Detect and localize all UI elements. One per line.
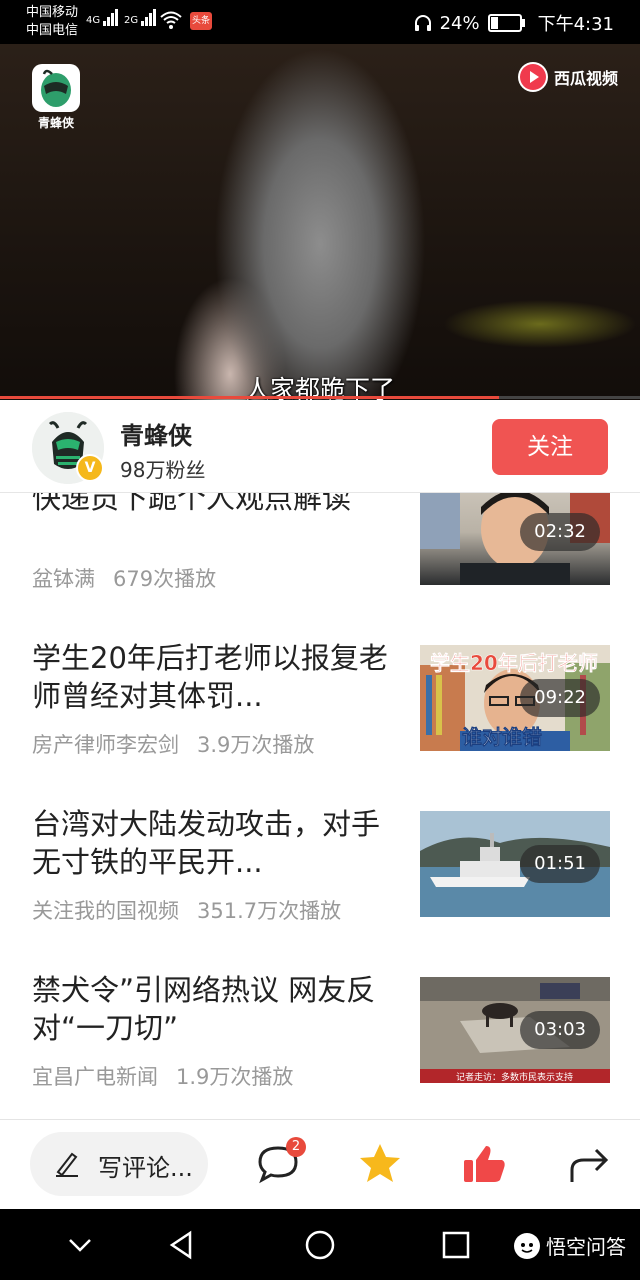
signal-1-icon: 4G (86, 9, 119, 26)
toutiao-notification-icon: 头条 (190, 12, 212, 30)
channel-logo-icon (32, 64, 80, 112)
wukong-watermark: 悟空问答 (514, 1231, 626, 1260)
video-thumbnail[interactable]: 01:51 (420, 811, 610, 917)
battery-percent: 24% (439, 12, 480, 34)
video-author: 盆钵满 (32, 567, 95, 591)
video-title[interactable]: 禁犬令”引网络热议 网友反对“一刀切” (32, 971, 392, 1047)
wukong-logo-icon (514, 1232, 540, 1259)
video-meta: 盆钵满 679次播放 (32, 563, 216, 593)
video-meta: 宜昌广电新闻 1.9万次播放 (32, 1061, 293, 1091)
clock: 下午4:31 (537, 14, 614, 35)
video-author: 关注我的国视频 (32, 899, 179, 923)
video-title[interactable]: 台湾对大陆发动攻击，对手无寸铁的平民开... (32, 805, 392, 881)
wifi-icon (160, 11, 182, 29)
wukong-label: 悟空问答 (546, 1235, 626, 1259)
network-type-2: 2G (124, 15, 139, 26)
xigua-logo-icon (517, 62, 548, 92)
thumbnail-caption-bottom: 谁对谁错 (462, 725, 543, 750)
list-item[interactable]: 快递员下跪个人观点解读 盆钵满 679次播放 02:32 (0, 493, 640, 599)
thumbnail-caption-bottom: 记者走访：多数市民表示支持 (456, 1073, 574, 1083)
video-duration: 01:51 (520, 845, 600, 883)
video-plays: 679次播放 (113, 567, 217, 591)
video-meta: 房产律师李宏剑 3.9万次播放 (32, 729, 314, 759)
share-icon[interactable] (566, 1140, 614, 1188)
recents-icon[interactable] (440, 1229, 472, 1261)
thumbnail-caption-top: 学生20年后打老师 (430, 651, 598, 676)
like-icon[interactable] (460, 1140, 508, 1188)
pen-icon (56, 1152, 78, 1177)
video-duration: 03:03 (520, 1011, 600, 1049)
verified-badge: V (76, 454, 104, 482)
back-icon[interactable] (166, 1229, 198, 1261)
network-type-1: 4G (86, 15, 101, 26)
channel-fans: 98万粉丝 (120, 458, 206, 482)
channel-header: V 青蜂侠 98万粉丝 关注 (0, 400, 640, 493)
list-item[interactable]: 台湾对大陆发动攻击，对手无寸铁的平民开... 关注我的国视频 351.7万次播放 … (0, 797, 640, 937)
video-plays: 351.7万次播放 (197, 899, 342, 923)
status-bar: 中国移动 中国电信 4G 2G 头条 24% 下午4:31 (0, 0, 640, 44)
action-bar: 写评论... 2 (0, 1119, 640, 1210)
carrier-2: 中国电信 (26, 23, 79, 38)
related-video-list: 快递员下跪个人观点解读 盆钵满 679次播放 02:32 学生20年后打老师以报复… (0, 493, 640, 1119)
status-right: 24% 下午4:31 (414, 10, 614, 36)
video-progress-bar[interactable] (0, 396, 640, 399)
list-item[interactable]: 学生20年后打老师以报复老师曾经对其体罚... 房产律师李宏剑 3.9万次播放 学… (0, 631, 640, 771)
xigua-watermark: 西瓜视频 (517, 62, 618, 92)
chevron-down-icon[interactable] (64, 1229, 96, 1261)
video-player[interactable]: 青蜂侠 西瓜视频 人家都跪下了 (0, 44, 640, 400)
video-duration: 02:32 (520, 513, 600, 551)
follow-button[interactable]: 关注 (492, 419, 608, 475)
comment-count-badge: 2 (286, 1137, 306, 1157)
video-duration: 09:22 (520, 679, 600, 717)
video-meta: 关注我的国视频 351.7万次播放 (32, 895, 341, 925)
xigua-label: 西瓜视频 (553, 69, 618, 88)
battery-icon (487, 14, 525, 32)
home-icon[interactable] (304, 1229, 336, 1261)
comment-input[interactable]: 写评论... (30, 1132, 208, 1196)
headphones-icon (414, 15, 431, 31)
video-title[interactable]: 快递员下跪个人观点解读 (32, 493, 392, 517)
list-item[interactable]: 禁犬令”引网络热议 网友反对“一刀切” 宜昌广电新闻 1.9万次播放 记者走访：多… (0, 963, 640, 1103)
video-thumbnail[interactable]: 02:32 (420, 493, 610, 585)
video-thumbnail[interactable]: 学生20年后打老师 谁对谁错 09:22 (420, 645, 610, 751)
channel-name[interactable]: 青蜂侠 (120, 416, 192, 451)
video-plays: 3.9万次播放 (197, 733, 315, 757)
comment-placeholder: 写评论... (98, 1154, 193, 1182)
video-plays: 1.9万次播放 (176, 1065, 294, 1089)
system-nav-bar: 悟空问答 (0, 1209, 640, 1280)
star-icon[interactable] (356, 1140, 404, 1188)
carrier-info: 中国移动 中国电信 (26, 4, 78, 40)
video-thumbnail[interactable]: 记者走访：多数市民表示支持 03:03 (420, 977, 610, 1083)
channel-logo-name: 青蜂侠 (37, 116, 74, 130)
signal-2-icon: 2G (124, 9, 157, 26)
video-author: 房产律师李宏剑 (32, 733, 179, 757)
video-title[interactable]: 学生20年后打老师以报复老师曾经对其体罚... (32, 639, 392, 715)
video-author: 宜昌广电新闻 (32, 1065, 158, 1089)
carrier-1: 中国移动 (26, 5, 79, 20)
